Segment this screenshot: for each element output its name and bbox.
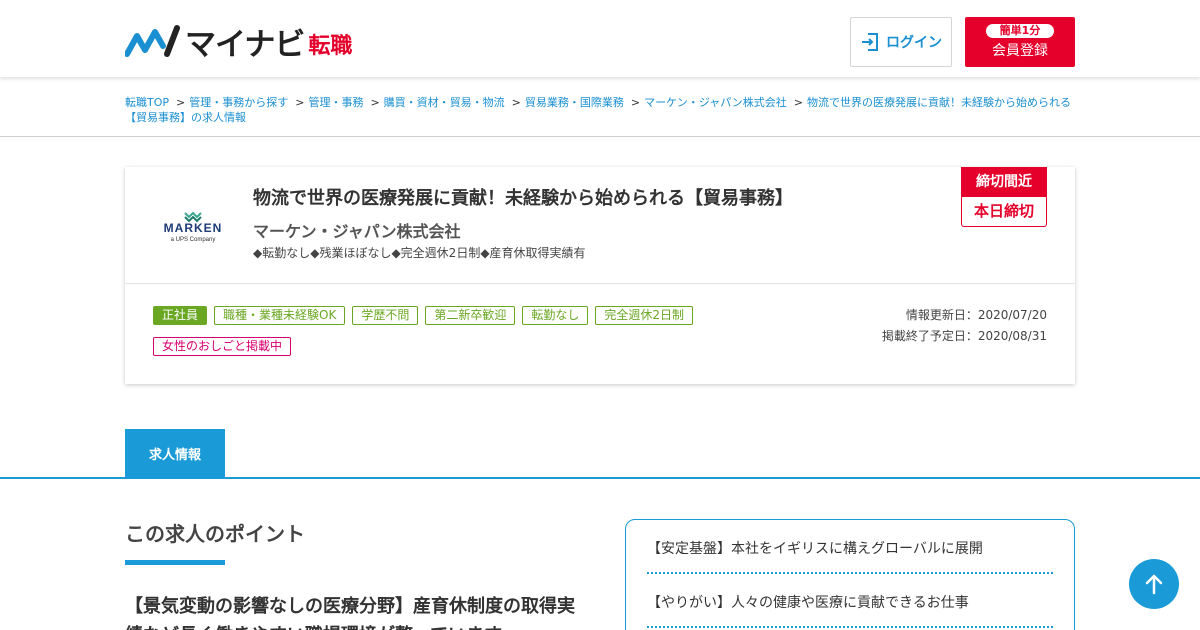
register-pill: 簡単1分	[985, 24, 1055, 38]
tag-no-transfer: 転勤なし	[522, 306, 589, 325]
breadcrumb-separator: >	[793, 96, 803, 109]
company-logo: MARKEN a UPS Company	[164, 211, 223, 243]
register-button[interactable]: 簡単1分 会員登録	[965, 17, 1075, 67]
breadcrumb-item-company[interactable]: マーケン・ジャパン株式会社	[644, 96, 787, 109]
tab-job-info[interactable]: 求人情報	[125, 429, 225, 478]
logo-text: マイナビ	[185, 26, 305, 63]
tag-inexperienced-ok: 職種・業種未経験OK	[214, 306, 346, 325]
end-date: 掲載終了予定日：2020/08/31	[881, 329, 1047, 343]
tag-employment: 正社員	[153, 306, 208, 325]
breadcrumb-separator: >	[370, 96, 380, 109]
job-card: MARKEN a UPS Company 物流で世界の医療発展に貢献！未経験から…	[125, 167, 1075, 384]
company-name[interactable]: マーケン・ジャパン株式会社	[253, 218, 461, 242]
breadcrumb-item-occupation[interactable]: 貿易業務・国際業務	[525, 96, 624, 109]
login-icon	[862, 33, 878, 51]
breadcrumb-separator: >	[511, 96, 521, 109]
job-title: 物流で世界の医療発展に貢献！未経験から始められる【貿易事務】	[253, 188, 793, 209]
breadcrumb-separator: >	[176, 96, 186, 109]
points-box: 【安定基盤】本社をイギリスに構えグローバルに展開 【やりがい】人々の健康や医療に…	[625, 519, 1075, 630]
logo-sub-text: 転職	[308, 34, 353, 59]
section-heading: この求人のポイント	[125, 522, 305, 546]
job-dates: 情報更新日：2020/07/20 掲載終了予定日：2020/08/31	[882, 305, 1047, 347]
site-header: マイナビ 転職 ログイン 簡単1分 会員登録	[0, 0, 1200, 77]
breadcrumb-separator: >	[295, 96, 305, 109]
job-card-header: MARKEN a UPS Company 物流で世界の医療発展に貢献！未経験から…	[125, 167, 1075, 284]
breadcrumb: 転職TOP > 管理・事務から探す > 管理・事務 > 購買・資材・貿易・物流 > 貿易業務・国…	[125, 95, 1075, 125]
job-tags: 正社員 職種・業種未経験OK 学歴不問 第二新卒歓迎 転勤なし 完全週休2日制女性のおしご…	[153, 304, 793, 366]
breadcrumb-item-top[interactable]: 転職TOP	[125, 96, 169, 109]
login-label: ログイン	[886, 35, 942, 51]
breadcrumb-separator: >	[630, 96, 641, 109]
point-item: 【やりがい】人々の健康や医療に貢献できるお仕事	[647, 574, 1053, 628]
heading-underline	[125, 560, 225, 565]
breadcrumb-item-search[interactable]: 管理・事務から探す	[189, 96, 288, 109]
tag-two-days-off: 完全週休2日制	[595, 306, 694, 325]
job-features: ◆転勤なし◆残業ほぼなし◆完全週休2日制◆産育休取得実績有	[253, 246, 586, 260]
tab-bar-line	[0, 477, 1200, 479]
tag-women-jobs[interactable]: 女性のおしごと掲載中	[153, 337, 292, 356]
updated-date: 情報更新日：2020/07/20	[905, 308, 1047, 322]
deadline-badge: 締切間近 本日締切	[961, 167, 1047, 227]
tag-no-education-requirement: 学歴不問	[352, 306, 419, 325]
deadline-today: 本日締切	[961, 197, 1047, 227]
scroll-top-button[interactable]	[1129, 559, 1179, 609]
company-logo-subtext: a UPS Company	[171, 237, 216, 243]
breadcrumb-divider	[0, 136, 1200, 137]
register-label: 会員登録	[992, 43, 1048, 59]
company-logo-text: MARKEN	[164, 221, 223, 235]
tag-second-graduates: 第二新卒歓迎	[425, 306, 516, 325]
arrow-up-icon	[1145, 574, 1163, 595]
point-headline: 【景気変動の影響なしの医療分野】産育休制度の取得実績など長く働きやすい職場環境が…	[125, 596, 575, 630]
breadcrumb-item-subcategory[interactable]: 購買・資材・貿易・物流	[384, 96, 505, 109]
logo-mark-icon	[125, 25, 180, 57]
site-logo[interactable]: マイナビ 転職	[125, 22, 353, 63]
point-item: 【安定基盤】本社をイギリスに構えグローバルに展開	[647, 520, 1053, 574]
deadline-label: 締切間近	[961, 167, 1047, 197]
login-button[interactable]: ログイン	[850, 17, 952, 67]
breadcrumb-item-category[interactable]: 管理・事務	[308, 96, 363, 109]
